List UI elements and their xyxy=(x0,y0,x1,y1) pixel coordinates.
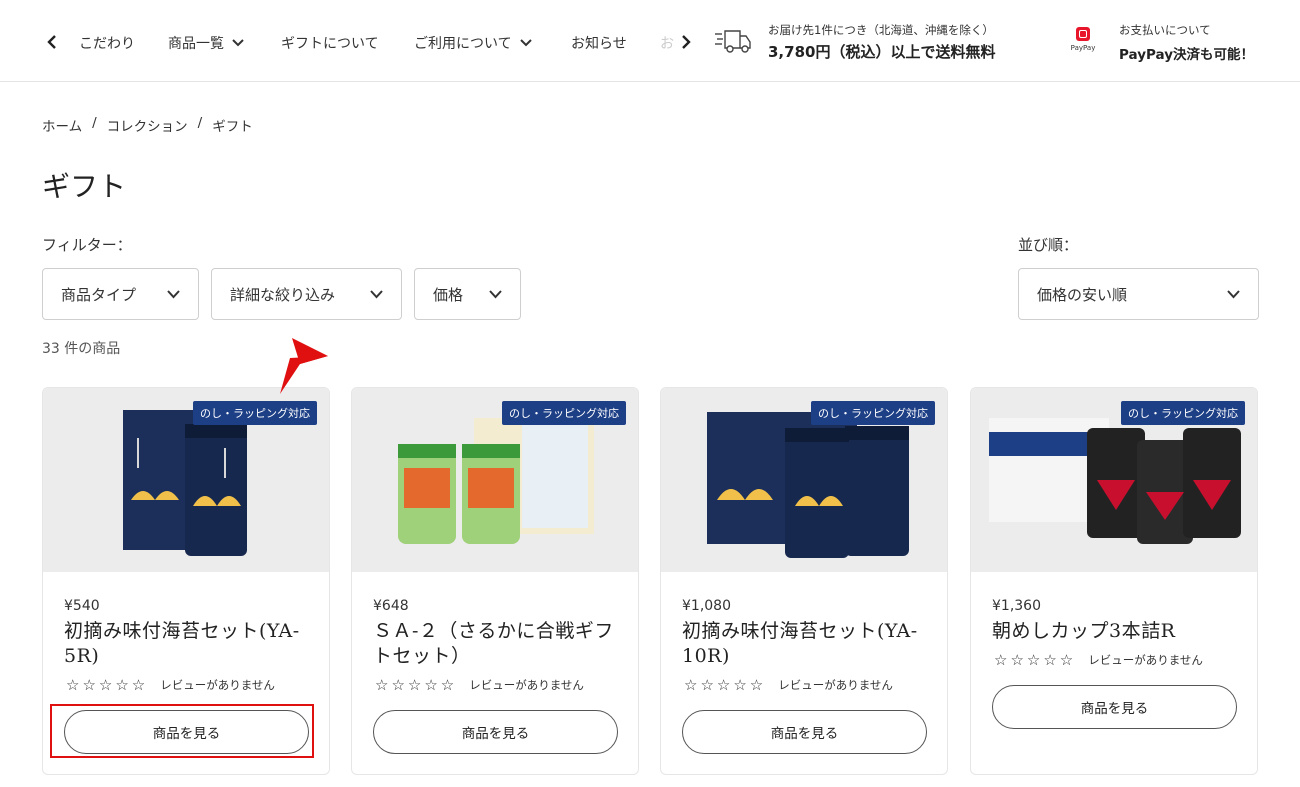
payment-paypay-note: PayPay決済も可能！ xyxy=(1119,47,1255,63)
breadcrumb-home[interactable]: ホーム xyxy=(42,115,82,135)
product-name[interactable]: 初摘み味付海苔セット(YA-5R) xyxy=(64,619,314,669)
view-product-button[interactable]: 商品を見る xyxy=(682,710,927,754)
product-price: ¥1,360 xyxy=(992,598,1041,614)
noshi-wrapping-badge: のし・ラッピング対応 xyxy=(502,401,626,425)
star-rating-icon: ☆☆☆☆☆ xyxy=(375,676,458,694)
no-review-text: レビューがありません xyxy=(778,678,893,692)
sort-label: 並び順： xyxy=(1018,236,1079,254)
no-review-text: レビューがありません xyxy=(1088,653,1203,667)
product-count: 33 件の商品 xyxy=(42,341,121,357)
payment-link[interactable]: お支払いについて xyxy=(1119,22,1211,38)
nav-item-products[interactable]: 商品一覧 xyxy=(168,33,244,53)
product-price: ¥648 xyxy=(373,598,409,614)
dropdown-label: 商品タイプ xyxy=(61,285,137,304)
chevron-down-icon xyxy=(370,289,383,298)
nav-item-label: こだわり xyxy=(79,36,135,52)
nav-item-gift[interactable]: ギフトについて xyxy=(281,33,379,53)
dropdown-label: 価格 xyxy=(433,285,464,304)
product-rating: ☆☆☆☆☆ レビューがありません xyxy=(994,651,1203,669)
breadcrumb-current: ギフト xyxy=(212,119,253,135)
product-image[interactable]: のし・ラッピング対応 xyxy=(43,388,329,572)
product-price: ¥1,080 xyxy=(682,598,731,614)
filter-price-dropdown[interactable]: 価格 xyxy=(414,268,521,320)
nav-item-kodawari[interactable]: こだわり xyxy=(79,33,135,53)
star-rating-icon: ☆☆☆☆☆ xyxy=(66,676,149,694)
red-arrow-icon xyxy=(280,338,328,394)
breadcrumb: ホーム / コレクション / ギフト xyxy=(42,115,253,135)
star-rating-icon: ☆☆☆☆☆ xyxy=(684,676,767,694)
noshi-wrapping-badge: のし・ラッピング対応 xyxy=(811,401,935,425)
nav-item-usage[interactable]: ご利用について xyxy=(414,33,532,53)
no-review-text: レビューがありません xyxy=(160,678,275,692)
site-header: こだわり 商品一覧 ギフトについて ご利用について お知らせ お お届け先1件に… xyxy=(0,0,1300,82)
page-title: ギフト xyxy=(42,170,127,203)
breadcrumb-separator: / xyxy=(92,115,97,131)
shipping-free-threshold: 3,780円（税込）以上で送料無料 xyxy=(768,43,996,61)
sort-select[interactable]: 価格の安い順 xyxy=(1018,268,1259,320)
nav-item-label: お知らせ xyxy=(571,36,627,52)
product-image[interactable]: のし・ラッピング対応 xyxy=(971,388,1257,572)
product-name[interactable]: 朝めしカップ3本詰R xyxy=(992,619,1242,644)
truck-icon xyxy=(715,30,751,53)
chevron-down-icon xyxy=(1227,289,1240,298)
breadcrumb-collection[interactable]: コレクション xyxy=(107,115,188,135)
product-rating: ☆☆☆☆☆ レビューがありません xyxy=(66,676,275,694)
paypay-icon: PayPay xyxy=(1068,27,1098,57)
nav-item-label: 商品一覧 xyxy=(168,36,224,52)
nav-next-arrow-icon[interactable] xyxy=(676,30,696,54)
chevron-down-icon xyxy=(519,39,532,47)
product-name[interactable]: ＳＡ-２（さるかに合戦ギフトセット） xyxy=(373,619,623,669)
sort-select-value: 価格の安い順 xyxy=(1037,285,1128,304)
filter-detail-dropdown[interactable]: 詳細な絞り込み xyxy=(211,268,402,320)
nav-item-label: ご利用について xyxy=(414,36,512,52)
product-rating: ☆☆☆☆☆ レビューがありません xyxy=(684,676,893,694)
nav-item-cut: お xyxy=(660,36,674,52)
product-card: のし・ラッピング対応 ¥648 ＳＡ-２（さるかに合戦ギフトセット） ☆☆☆☆☆… xyxy=(351,387,639,775)
product-image[interactable]: のし・ラッピング対応 xyxy=(661,388,947,572)
chevron-down-icon xyxy=(167,289,180,298)
dropdown-label: 詳細な絞り込み xyxy=(230,285,336,304)
nav-item-label: ギフトについて xyxy=(281,36,379,52)
product-card: のし・ラッピング対応 ¥1,080 初摘み味付海苔セット(YA-10R) ☆☆☆… xyxy=(660,387,948,775)
product-rating: ☆☆☆☆☆ レビューがありません xyxy=(375,676,584,694)
filter-label: フィルター： xyxy=(42,236,132,254)
product-card: のし・ラッピング対応 ¥1,360 朝めしカップ3本詰R ☆☆☆☆☆ レビューが… xyxy=(970,387,1258,775)
paypay-logo-mark xyxy=(1076,27,1090,41)
shipping-note: お届け先1件につき（北海道、沖縄を除く） xyxy=(768,23,994,37)
noshi-wrapping-badge: のし・ラッピング対応 xyxy=(193,401,317,425)
breadcrumb-separator: / xyxy=(197,115,203,131)
product-image[interactable]: のし・ラッピング対応 xyxy=(352,388,638,572)
no-review-text: レビューがありません xyxy=(469,678,584,692)
highlight-box xyxy=(50,704,314,758)
product-name[interactable]: 初摘み味付海苔セット(YA-10R) xyxy=(682,619,932,669)
chevron-down-icon xyxy=(489,289,502,298)
nav-item-news[interactable]: お知らせ xyxy=(571,33,627,53)
chevron-down-icon xyxy=(232,39,244,47)
paypay-logo-text: PayPay xyxy=(1070,44,1096,52)
view-product-button[interactable]: 商品を見る xyxy=(992,685,1237,729)
noshi-wrapping-badge: のし・ラッピング対応 xyxy=(1121,401,1245,425)
nav-prev-arrow-icon[interactable] xyxy=(42,30,62,54)
star-rating-icon: ☆☆☆☆☆ xyxy=(994,651,1077,669)
view-product-button[interactable]: 商品を見る xyxy=(373,710,618,754)
product-price: ¥540 xyxy=(64,598,100,614)
filter-product-type-dropdown[interactable]: 商品タイプ xyxy=(42,268,199,320)
